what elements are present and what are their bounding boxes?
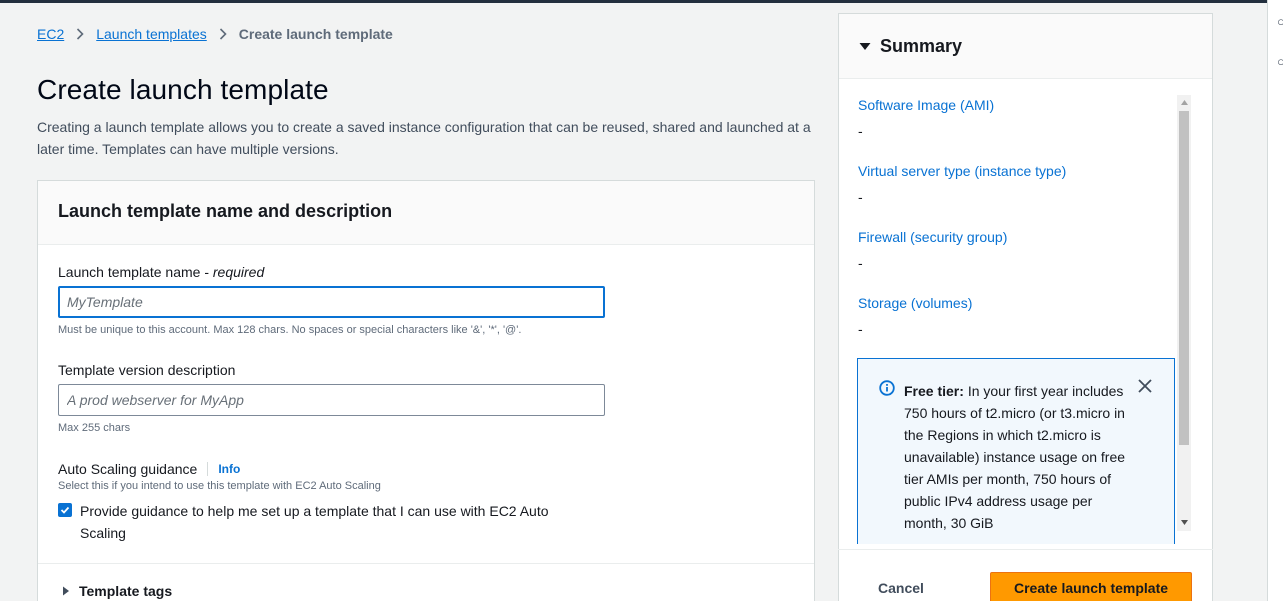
template-name-label-text: Launch template name - (58, 264, 213, 280)
autoscaling-guidance-checkbox[interactable] (58, 503, 72, 517)
template-tags-expander[interactable]: Template tags (62, 583, 172, 599)
tools-icon-secondary[interactable]: ○ (1277, 54, 1283, 69)
required-tag: required (212, 264, 265, 280)
summary-item-ami: Software Image (AMI) - (858, 97, 994, 139)
tools-icon[interactable]: ○ (1277, 14, 1283, 29)
close-icon[interactable] (1138, 379, 1152, 398)
page-title: Create launch template (37, 74, 329, 105)
version-description-hint: Max 255 chars (58, 422, 131, 434)
caret-down-icon (859, 42, 871, 51)
version-description-input[interactable] (58, 384, 605, 416)
free-tier-alert: Free tier: In your first year includes 7… (857, 358, 1175, 544)
breadcrumb-ec2-link[interactable]: EC2 (37, 26, 64, 42)
top-bar (0, 0, 1283, 3)
scroll-up-arrow-icon[interactable] (1180, 98, 1188, 106)
info-icon (879, 380, 895, 401)
summary-firewall-value: - (858, 255, 863, 271)
autoscaling-guidance-checkbox-label: Provide guidance to help me set up a tem… (80, 503, 549, 541)
chevron-right-icon (76, 28, 84, 40)
autoscaling-description: Select this if you intend to use this te… (58, 480, 381, 492)
autoscaling-guidance-text: Auto Scaling guidance (58, 461, 198, 477)
scroll-down-arrow-icon[interactable] (1180, 518, 1188, 526)
template-name-label: Launch template name - required (58, 264, 264, 280)
template-tags-label: Template tags (79, 583, 173, 599)
breadcrumb-current: Create launch template (238, 26, 393, 42)
breadcrumb: EC2 Launch templates Create launch templ… (37, 24, 393, 44)
summary-ami-link[interactable]: Software Image (AMI) (858, 97, 994, 113)
autoscaling-info-link[interactable]: Info (218, 462, 240, 476)
free-tier-text: Free tier: In your first year includes 7… (904, 380, 1129, 534)
breadcrumb-launch-templates-link[interactable]: Launch templates (96, 26, 207, 42)
autoscaling-guidance-checkbox-row[interactable]: Provide guidance to help me set up a tem… (58, 500, 578, 544)
summary-item-firewall: Firewall (security group) - (858, 229, 1007, 271)
cancel-button[interactable]: Cancel (860, 574, 942, 601)
summary-header[interactable]: Summary (839, 14, 1212, 79)
summary-instance-type-value: - (858, 189, 863, 205)
summary-title: Summary (880, 35, 963, 56)
scrollbar-thumb[interactable] (1179, 111, 1189, 445)
version-description-label: Template version description (58, 362, 236, 378)
summary-scrollbar[interactable] (1177, 95, 1191, 531)
caret-right-icon (62, 586, 70, 596)
summary-firewall-link[interactable]: Firewall (security group) (858, 229, 1007, 245)
template-name-hint: Must be unique to this account. Max 128 … (58, 324, 522, 336)
chevron-right-icon (219, 28, 227, 40)
summary-instance-type-link[interactable]: Virtual server type (instance type) (858, 163, 1066, 179)
summary-item-storage: Storage (volumes) - (858, 295, 972, 337)
summary-item-instance-type: Virtual server type (instance type) - (858, 163, 1066, 205)
name-description-panel: Launch template name and description Lau… (37, 180, 815, 601)
page-description: Creating a launch template allows you to… (37, 119, 811, 157)
free-tier-title: Free tier: (904, 383, 964, 399)
summary-footer-divider (838, 549, 1213, 550)
panel-header: Launch template name and description (38, 181, 814, 245)
summary-panel: Summary Software Image (AMI) - Virtual s… (838, 13, 1213, 601)
right-tools-rail (1267, 0, 1283, 601)
summary-content: Software Image (AMI) - Virtual server ty… (839, 94, 1191, 544)
create-launch-template-button[interactable]: Create launch template (990, 572, 1192, 601)
template-name-input[interactable] (58, 286, 605, 318)
checkmark-icon (60, 506, 70, 514)
summary-storage-link[interactable]: Storage (volumes) (858, 295, 972, 311)
free-tier-body: In your first year includes 750 hours of… (904, 383, 1126, 531)
summary-storage-value: - (858, 321, 863, 337)
label-divider (207, 462, 209, 476)
autoscaling-guidance-label: Auto Scaling guidance Info (58, 461, 240, 477)
panel-divider (38, 563, 814, 564)
summary-ami-value: - (858, 123, 863, 139)
